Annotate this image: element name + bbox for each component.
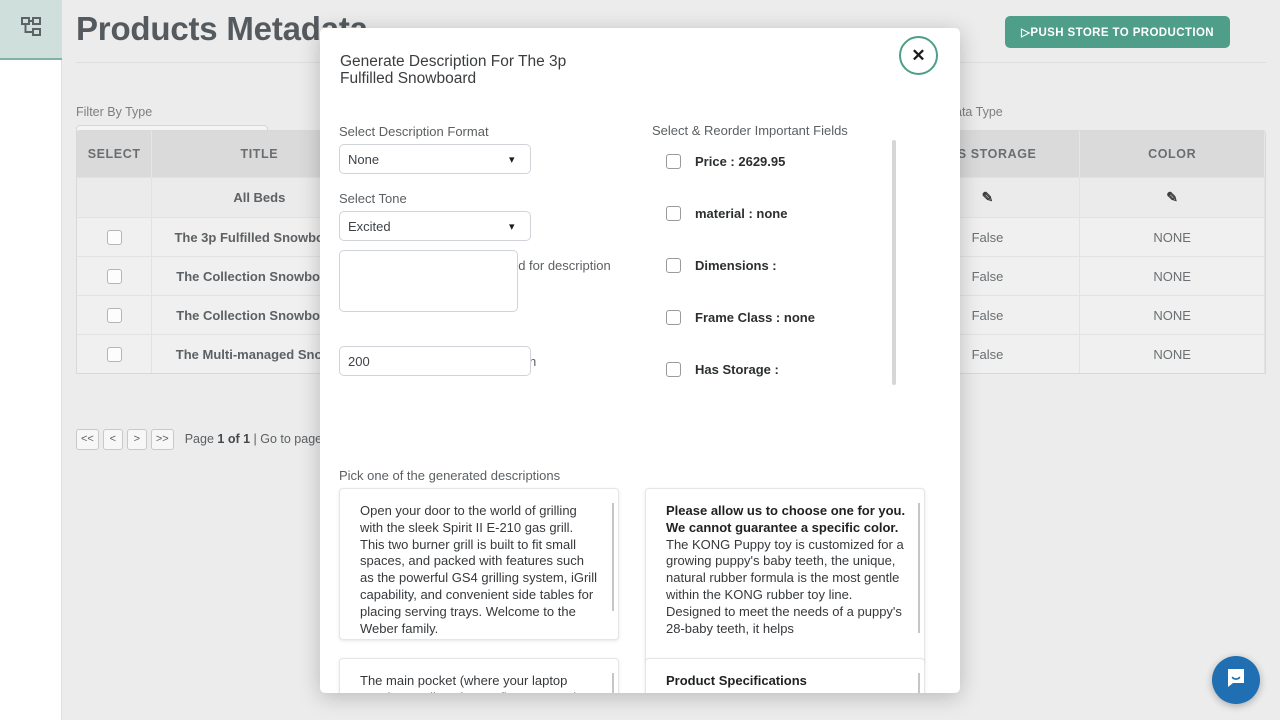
- row-select-cell[interactable]: [77, 218, 152, 257]
- description-rest: The KONG Puppy toy is customized for a g…: [666, 537, 904, 636]
- field-label: Frame Class : none: [695, 310, 815, 325]
- column-select[interactable]: SELECT: [77, 131, 152, 178]
- card-scrollbar[interactable]: [918, 673, 920, 693]
- description-format-select[interactable]: None: [339, 144, 531, 174]
- filter-by-type-label: Filter By Type: [76, 105, 152, 119]
- push-store-to-production-button[interactable]: ▷PUSH STORE TO PRODUCTION: [1005, 16, 1230, 48]
- field-checkbox[interactable]: [666, 154, 681, 169]
- page-label-pre: Page: [185, 432, 218, 446]
- intercom-chat-button[interactable]: [1212, 656, 1260, 704]
- pick-description-label: Pick one of the generated descriptions: [339, 468, 560, 483]
- field-checkbox[interactable]: [666, 206, 681, 221]
- field-label: material : none: [695, 206, 787, 221]
- fields-section-header: Select & Reorder Important Fields: [652, 123, 848, 138]
- first-page-button[interactable]: <<: [76, 429, 99, 450]
- description-card[interactable]: Please allow us to choose one for you. W…: [645, 488, 925, 663]
- card-scrollbar[interactable]: [612, 503, 614, 611]
- card-scrollbar[interactable]: [612, 673, 614, 693]
- description-card[interactable]: Open your door to the world of grilling …: [339, 488, 619, 640]
- field-item-material[interactable]: material : none: [666, 206, 787, 221]
- filter-cell-color[interactable]: ✎: [1080, 178, 1265, 218]
- row-select-cell[interactable]: [77, 296, 152, 335]
- generate-description-modal: ✕ Generate Description For The 3p Fulfil…: [320, 28, 960, 693]
- field-item-has-storage[interactable]: Has Storage :: [666, 362, 779, 377]
- comments-textarea[interactable]: [339, 250, 518, 312]
- row-checkbox[interactable]: [107, 230, 122, 245]
- row-select-cell[interactable]: [77, 335, 152, 374]
- page-label-post: | Go to page:: [250, 432, 326, 446]
- row-select-cell[interactable]: [77, 257, 152, 296]
- tone-select[interactable]: Excited: [339, 211, 531, 241]
- sitemap-icon: [19, 15, 43, 44]
- page-status: Page 1 of 1 | Go to page:: [185, 432, 326, 446]
- character-length-input[interactable]: [339, 346, 531, 376]
- description-text: The main pocket (where your laptop goes)…: [360, 673, 600, 693]
- description-bold: Product Specifications: [666, 673, 807, 688]
- field-label: Price : 2629.95: [695, 154, 785, 169]
- intercom-chat-icon: [1224, 666, 1248, 695]
- row-color: NONE: [1080, 257, 1265, 296]
- close-icon[interactable]: ✕: [899, 36, 938, 75]
- field-item-dimensions[interactable]: Dimensions :: [666, 258, 777, 273]
- filter-by-data-type-label: ata Type: [955, 105, 1003, 119]
- description-card[interactable]: The main pocket (where your laptop goes)…: [339, 658, 619, 693]
- row-checkbox[interactable]: [107, 347, 122, 362]
- row-color: NONE: [1080, 335, 1265, 374]
- filter-cell-select: [77, 178, 152, 218]
- tone-label: Select Tone: [339, 191, 407, 206]
- field-checkbox[interactable]: [666, 258, 681, 273]
- field-item-price[interactable]: Price : 2629.95: [666, 154, 785, 169]
- row-checkbox[interactable]: [107, 269, 122, 284]
- left-rail: [0, 0, 62, 720]
- pencil-icon[interactable]: ✎: [982, 189, 994, 205]
- description-format-label: Select Description Format: [339, 124, 489, 139]
- fields-scrollbar[interactable]: [892, 140, 896, 385]
- row-checkbox[interactable]: [107, 308, 122, 323]
- sitemap-nav-tile[interactable]: [0, 0, 62, 60]
- important-fields-list[interactable]: Price : 2629.95 material : none Dimensio…: [652, 140, 896, 392]
- row-color: NONE: [1080, 296, 1265, 335]
- field-checkbox[interactable]: [666, 362, 681, 377]
- prev-page-button[interactable]: <: [103, 429, 123, 450]
- pencil-icon[interactable]: ✎: [1166, 189, 1178, 205]
- description-card[interactable]: Product Specifications: [645, 658, 925, 693]
- field-checkbox[interactable]: [666, 310, 681, 325]
- field-item-frame-class[interactable]: Frame Class : none: [666, 310, 815, 325]
- field-label: Has Storage :: [695, 362, 779, 377]
- app-root: Products Metadata ▷PUSH STORE TO PRODUCT…: [0, 0, 1280, 720]
- field-label: Dimensions :: [695, 258, 777, 273]
- column-color[interactable]: COLOR: [1080, 131, 1265, 178]
- card-scrollbar[interactable]: [918, 503, 920, 633]
- description-bold: Please allow us to choose one for you. W…: [666, 503, 905, 535]
- next-page-button[interactable]: >: [127, 429, 147, 450]
- page-current: 1 of 1: [217, 432, 250, 446]
- last-page-button[interactable]: >>: [151, 429, 174, 450]
- modal-title: Generate Description For The 3p Fulfille…: [340, 53, 590, 87]
- modal-body: ✕ Generate Description For The 3p Fulfil…: [320, 28, 960, 693]
- row-color: NONE: [1080, 218, 1265, 257]
- description-text: Please allow us to choose one for you. W…: [666, 503, 906, 637]
- description-text: Product Specifications: [666, 673, 906, 690]
- description-text: Open your door to the world of grilling …: [360, 503, 600, 637]
